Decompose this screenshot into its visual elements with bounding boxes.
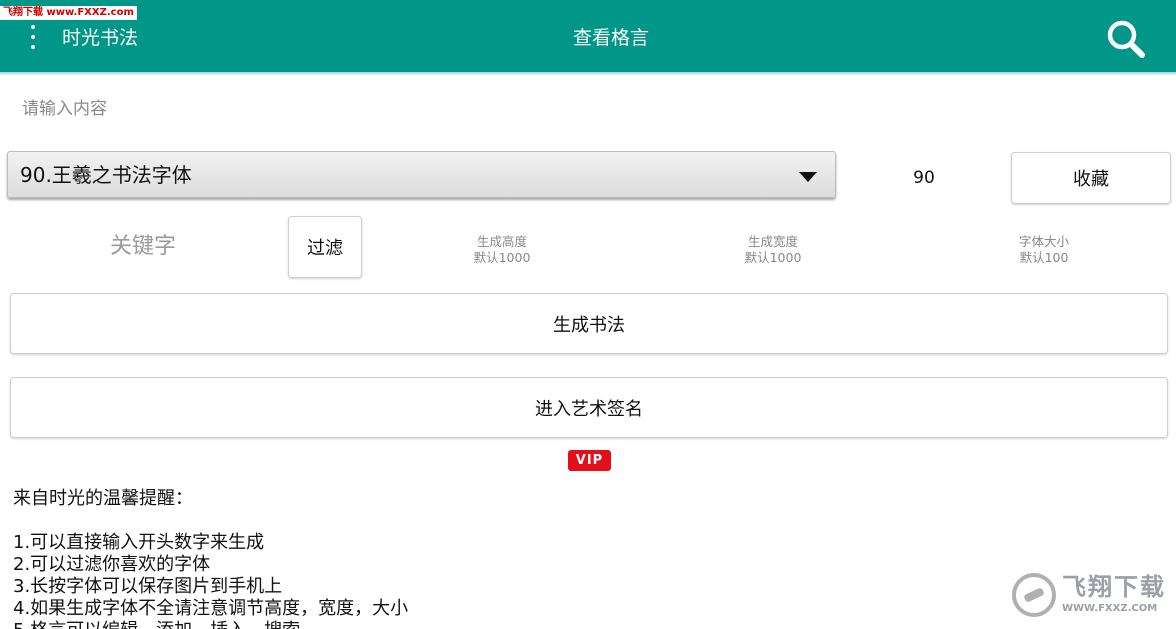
height-label: 生成高度: [476, 234, 527, 249]
favorite-button[interactable]: 收藏: [1011, 152, 1171, 204]
toolbar-shadow: [0, 72, 1176, 76]
watermark-logo-url: WWW.FXXZ.COM: [1062, 603, 1158, 614]
tip-item: 1.可以直接输入开头数字来生成: [13, 532, 265, 553]
width-input[interactable]: 生成宽度 默认1000: [673, 234, 873, 266]
app-toolbar: 飞翔下载 www.FXXZ.com 时光书法 查看格言: [0, 0, 1176, 72]
keyword-input[interactable]: [12, 226, 274, 266]
tip-item: 2.可以过滤你喜欢的字体: [13, 554, 211, 575]
font-select-value: 90.王羲之书法字体: [20, 163, 192, 187]
width-label: 生成宽度: [747, 234, 798, 249]
font-index-value: 90: [913, 168, 935, 188]
font-size-default: 默认100: [1019, 250, 1069, 265]
art-signature-button[interactable]: 进入艺术签名: [10, 377, 1168, 438]
generate-calligraphy-button[interactable]: 生成书法: [10, 293, 1168, 354]
search-icon[interactable]: [1100, 16, 1150, 60]
page-title: 查看格言: [572, 27, 649, 49]
content-input[interactable]: [10, 92, 1166, 126]
chevron-down-icon: [799, 172, 817, 182]
filter-button[interactable]: 过滤: [288, 216, 362, 278]
tip-item: 5.格言可以编辑，添加，插入，搜索: [13, 620, 993, 629]
height-input[interactable]: 生成高度 默认1000: [402, 234, 602, 266]
height-default: 默认1000: [473, 250, 531, 265]
logo-icon: [1012, 573, 1056, 617]
vip-badge: VIP: [568, 450, 611, 471]
tip-item: 3.长按字体可以保存图片到手机上: [13, 576, 283, 597]
watermark-logo: 飞翔下载 WWW.FXXZ.COM: [1008, 569, 1168, 621]
font-select-dropdown[interactable]: 90.王羲之书法字体: [7, 151, 836, 198]
width-default: 默认1000: [744, 250, 802, 265]
tip-item: 4.如果生成字体不全请注意调节高度，宽度，大小: [13, 598, 409, 619]
watermark-banner: 飞翔下载 www.FXXZ.com: [0, 6, 137, 20]
watermark-logo-text: 飞翔下载: [1062, 573, 1166, 601]
tips-list: 1.可以直接输入开头数字来生成 2.可以过滤你喜欢的字体 3.长按字体可以保存图…: [13, 532, 993, 629]
font-size-label: 字体大小: [1018, 234, 1069, 249]
font-size-input[interactable]: 字体大小 默认100: [944, 234, 1144, 266]
tips-title: 来自时光的温馨提醒：: [13, 488, 193, 509]
